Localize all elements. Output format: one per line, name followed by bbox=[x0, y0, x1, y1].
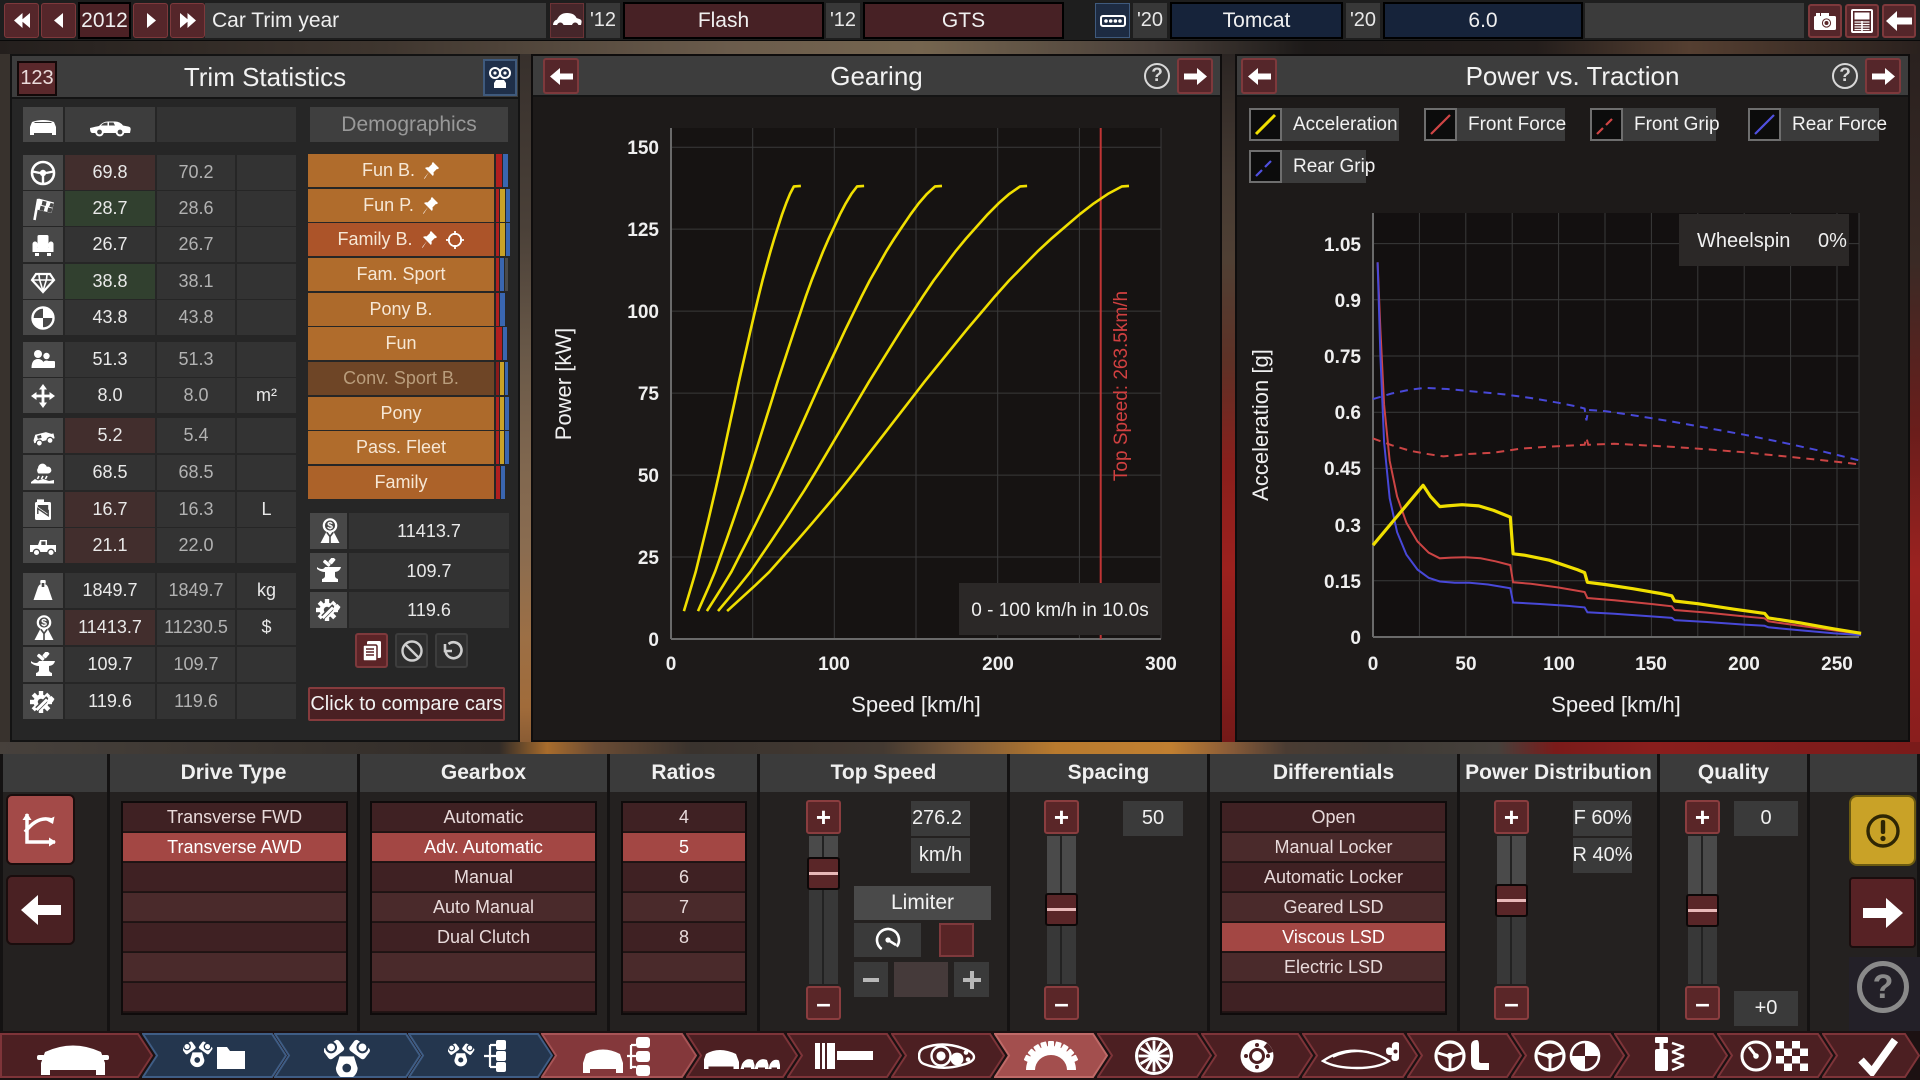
svg-text:Wheelspin: Wheelspin bbox=[1697, 230, 1790, 252]
svg-text:0: 0 bbox=[1368, 654, 1379, 675]
svg-text:300: 300 bbox=[1145, 654, 1177, 675]
svg-text:$: $ bbox=[327, 520, 333, 532]
svg-text:0.9: 0.9 bbox=[1335, 291, 1361, 312]
svg-text:$: $ bbox=[41, 617, 47, 629]
svg-text:200: 200 bbox=[982, 654, 1014, 675]
svg-text:0.3: 0.3 bbox=[1335, 516, 1361, 537]
svg-text:200: 200 bbox=[1728, 654, 1760, 675]
svg-text:Speed [km/h]: Speed [km/h] bbox=[851, 692, 981, 717]
svg-text:0.6: 0.6 bbox=[1335, 403, 1361, 424]
svg-text:0 - 100 km/h in 10.0s: 0 - 100 km/h in 10.0s bbox=[971, 600, 1148, 621]
svg-text:0: 0 bbox=[648, 630, 659, 651]
svg-text:0.45: 0.45 bbox=[1324, 459, 1361, 480]
svg-text:0: 0 bbox=[1350, 628, 1361, 649]
svg-text:50: 50 bbox=[1455, 654, 1476, 675]
svg-text:Speed [km/h]: Speed [km/h] bbox=[1551, 692, 1681, 717]
svg-text:Power [kW]: Power [kW] bbox=[551, 328, 576, 440]
svg-text:50: 50 bbox=[638, 466, 659, 487]
svg-text:125: 125 bbox=[627, 220, 659, 241]
svg-text:Top Speed: 263.5km/h: Top Speed: 263.5km/h bbox=[1111, 291, 1132, 481]
svg-text:1.05: 1.05 bbox=[1324, 235, 1361, 256]
svg-text:0%: 0% bbox=[1818, 230, 1847, 252]
svg-text:250: 250 bbox=[1821, 654, 1853, 675]
svg-text:100: 100 bbox=[627, 302, 659, 323]
svg-text:150: 150 bbox=[1635, 654, 1667, 675]
svg-text:75: 75 bbox=[638, 384, 660, 405]
svg-text:100: 100 bbox=[1543, 654, 1575, 675]
svg-text:100: 100 bbox=[818, 654, 850, 675]
svg-text:Acceleration [g]: Acceleration [g] bbox=[1248, 349, 1273, 501]
svg-text:0.15: 0.15 bbox=[1324, 572, 1361, 593]
svg-text:150: 150 bbox=[627, 138, 659, 159]
svg-text:0.75: 0.75 bbox=[1324, 347, 1361, 368]
svg-text:25: 25 bbox=[638, 548, 660, 569]
svg-text:0: 0 bbox=[666, 654, 677, 675]
